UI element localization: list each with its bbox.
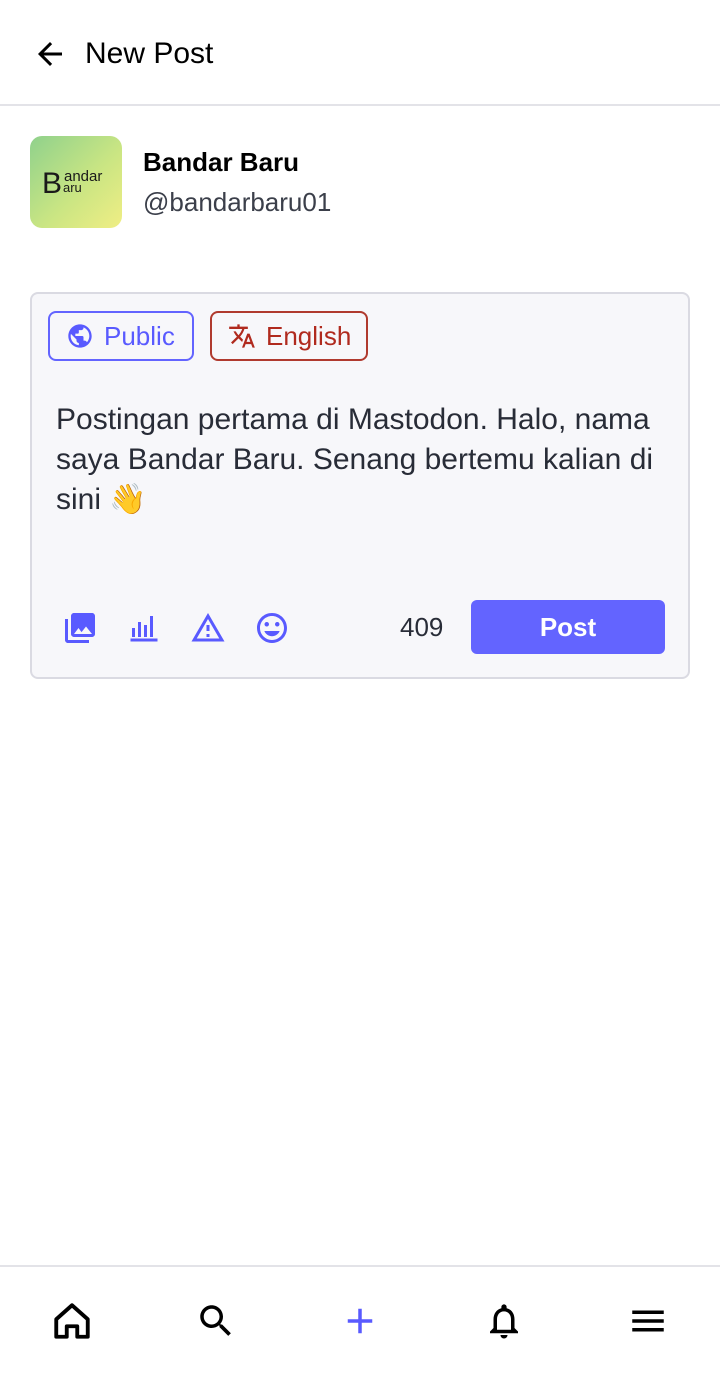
- avatar-letter: B: [42, 167, 62, 200]
- nav-menu[interactable]: [626, 1299, 670, 1343]
- nav-notifications[interactable]: [482, 1299, 526, 1343]
- nav-search[interactable]: [194, 1299, 238, 1343]
- nav-home[interactable]: [50, 1299, 94, 1343]
- arrow-left-icon: [38, 42, 62, 66]
- avatar-word-bottom: aru: [63, 180, 82, 195]
- page-title: New Post: [85, 37, 214, 70]
- menu-icon: [632, 1310, 664, 1332]
- compose-plus-icon: [347, 1308, 373, 1334]
- media-button[interactable]: [60, 608, 100, 648]
- search-icon: [200, 1305, 231, 1336]
- language-button[interactable]: English: [210, 311, 368, 361]
- home-icon: [54, 1303, 90, 1339]
- post-textarea[interactable]: Postingan pertama di Mastodon. Halo, nam…: [56, 400, 668, 520]
- top-bar: New Post: [0, 0, 720, 106]
- globe-icon: [66, 322, 94, 350]
- post-button[interactable]: Post: [471, 600, 665, 654]
- content-warning-icon: [191, 613, 225, 642]
- notifications-bell-icon: [490, 1304, 518, 1339]
- poll-button[interactable]: [124, 608, 164, 648]
- nav-compose[interactable]: [338, 1299, 382, 1343]
- compose-box: Public English Postingan pertama di Mast…: [30, 292, 690, 679]
- visibility-label: Public: [104, 320, 175, 351]
- bottom-navigation: [0, 1265, 720, 1374]
- media-icon: [65, 613, 95, 643]
- avatar[interactable]: B andar aru: [30, 136, 122, 228]
- emoji-button[interactable]: [252, 608, 292, 648]
- display-name: Bandar Baru: [143, 147, 300, 177]
- app-root: New Post B andar aru Bandar Baru @bandar…: [0, 0, 720, 1374]
- avatar-logo: B andar aru: [42, 167, 102, 200]
- translate-icon: [228, 322, 256, 350]
- account-info: B andar aru Bandar Baru @bandarbaru01: [30, 136, 690, 228]
- visibility-button[interactable]: Public: [48, 311, 194, 361]
- character-counter: 409: [400, 612, 444, 642]
- back-button[interactable]: [26, 30, 74, 78]
- account-handle: @bandarbaru01: [143, 187, 332, 217]
- language-label: English: [266, 320, 352, 351]
- poll-icon: [130, 616, 158, 642]
- content-warning-button[interactable]: [188, 608, 228, 648]
- emoji-icon: [257, 613, 287, 643]
